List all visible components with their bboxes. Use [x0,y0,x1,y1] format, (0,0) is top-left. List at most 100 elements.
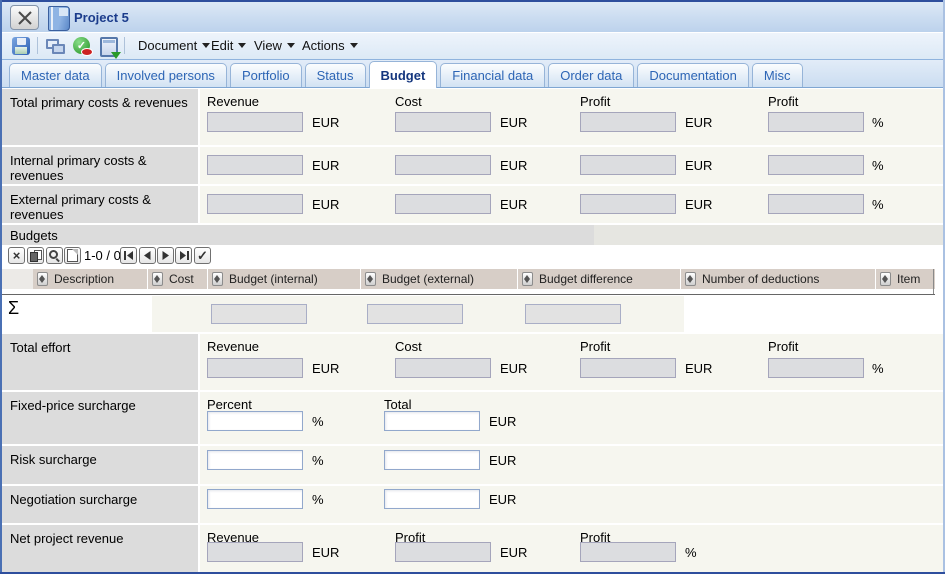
unit-label: EUR [489,453,516,468]
chevron-down-icon [238,43,246,48]
delete-glyph: × [13,249,21,262]
menu-view[interactable]: View [254,38,295,53]
row-total-effort: Total effort Revenue Cost Profit Profit … [2,334,943,390]
unit-label: EUR [500,158,527,173]
close-button[interactable] [10,5,39,30]
sum-budget-external-field [367,304,463,324]
row-label: Fixed-price surcharge [2,392,198,444]
effort-profit-percent-field [768,358,864,378]
external-cost-field [395,194,491,214]
unit-label: EUR [312,197,339,212]
sort-icon[interactable] [880,272,891,286]
menu-label: Document [138,38,197,53]
tab-master-data[interactable]: Master data [9,63,102,87]
sort-icon[interactable] [522,272,533,286]
internal-profit-field [580,155,676,175]
total-cost-field [395,112,491,132]
chevron-down-icon [287,43,295,48]
first-page-icon[interactable] [120,247,137,264]
fixed-price-percent-input[interactable] [207,411,303,431]
tab-budget[interactable]: Budget [369,61,438,88]
close-icon [17,11,33,25]
menu-label: Actions [302,38,345,53]
negotiation-total-input[interactable] [384,489,480,509]
menu-label: Edit [211,38,233,53]
row-external-primary: External primary costs & revenues EUR EU… [2,186,943,223]
red-dot [81,48,93,56]
row-negotiation-surcharge: Negotiation surcharge % EUR [2,486,943,523]
menu-document[interactable]: Document [138,38,210,53]
tab-order-data[interactable]: Order data [548,63,634,87]
unit-label: % [872,197,884,212]
magnifier-shape [49,250,60,261]
col-label-revenue: Revenue [207,339,259,354]
tab-misc[interactable]: Misc [752,63,803,87]
sum-budget-difference-field [525,304,621,324]
search-icon[interactable] [46,247,63,264]
copy-row-icon[interactable] [27,247,44,264]
unit-label: EUR [685,158,712,173]
fixed-price-total-input[interactable] [384,411,480,431]
unit-label: % [872,115,884,130]
column-header-budget-internal[interactable]: Budget (internal) [208,269,360,289]
budgets-section-header: Budgets [2,225,943,245]
column-header-item[interactable]: Item [876,269,935,289]
total-profit-percent-field [768,112,864,132]
negotiation-percent-input[interactable] [207,489,303,509]
new-row-icon[interactable] [64,247,81,264]
unit-label: EUR [489,414,516,429]
net-profit-percent-field [580,542,676,562]
sort-icon[interactable] [365,272,376,286]
risk-percent-input[interactable] [207,450,303,470]
toolbar-separator [124,37,125,54]
last-page-icon[interactable] [175,247,192,264]
row-label: Internal primary costs & revenues [2,147,198,184]
section-header-bg [594,225,943,245]
sort-icon[interactable] [152,272,163,286]
copy-icon[interactable] [46,38,65,55]
menu-edit[interactable]: Edit [211,38,246,53]
menu-actions[interactable]: Actions [302,38,358,53]
save-icon[interactable] [12,37,30,55]
sort-icon[interactable] [37,272,48,286]
sum-budget-internal-field [211,304,307,324]
column-header-budget-difference[interactable]: Budget difference [518,269,680,289]
confirm-icon[interactable]: ✓ [194,247,211,264]
calculator-icon[interactable] [100,37,118,57]
window-title: Project 5 [74,10,129,25]
col-label-percent: Percent [207,397,252,412]
internal-cost-field [395,155,491,175]
calc-arrow [111,52,121,59]
sort-icon[interactable] [685,272,696,286]
tab-involved-persons[interactable]: Involved persons [105,63,227,87]
previous-page-icon[interactable] [139,247,156,264]
col-label-total: Total [384,397,411,412]
approve-icon[interactable]: ✓ [73,37,90,54]
main-toolbar: ✓ Document Edit View Actions [2,33,943,59]
total-revenue-field [207,112,303,132]
column-header-description[interactable]: Description [33,269,147,289]
column-header-number-of-deductions[interactable]: Number of deductions [681,269,875,289]
tab-financial-data[interactable]: Financial data [440,63,545,87]
tab-documentation[interactable]: Documentation [637,63,748,87]
column-header-cost[interactable]: Cost [148,269,207,289]
delete-icon[interactable]: × [8,247,25,264]
unit-label: % [872,158,884,173]
next-page-icon[interactable] [157,247,174,264]
risk-total-input[interactable] [384,450,480,470]
effort-profit-field [580,358,676,378]
sort-icon[interactable] [212,272,223,286]
chevron-down-icon [350,43,358,48]
row-fixed-price-surcharge: Fixed-price surcharge Percent Total % EU… [2,392,943,444]
row-label: Total primary costs & revenues [2,89,198,145]
unit-label: EUR [685,197,712,212]
col-label-profit-pct: Profit [768,339,798,354]
tab-strip: Master data Involved persons Portfolio S… [2,59,943,88]
column-label: Budget (external) [382,272,474,286]
column-header-budget-external[interactable]: Budget (external) [361,269,517,289]
tab-portfolio[interactable]: Portfolio [230,63,302,87]
internal-revenue-field [207,155,303,175]
unit-label: % [312,414,324,429]
pager-text: 1-0 / 0 [84,248,121,263]
tab-status[interactable]: Status [305,63,366,87]
